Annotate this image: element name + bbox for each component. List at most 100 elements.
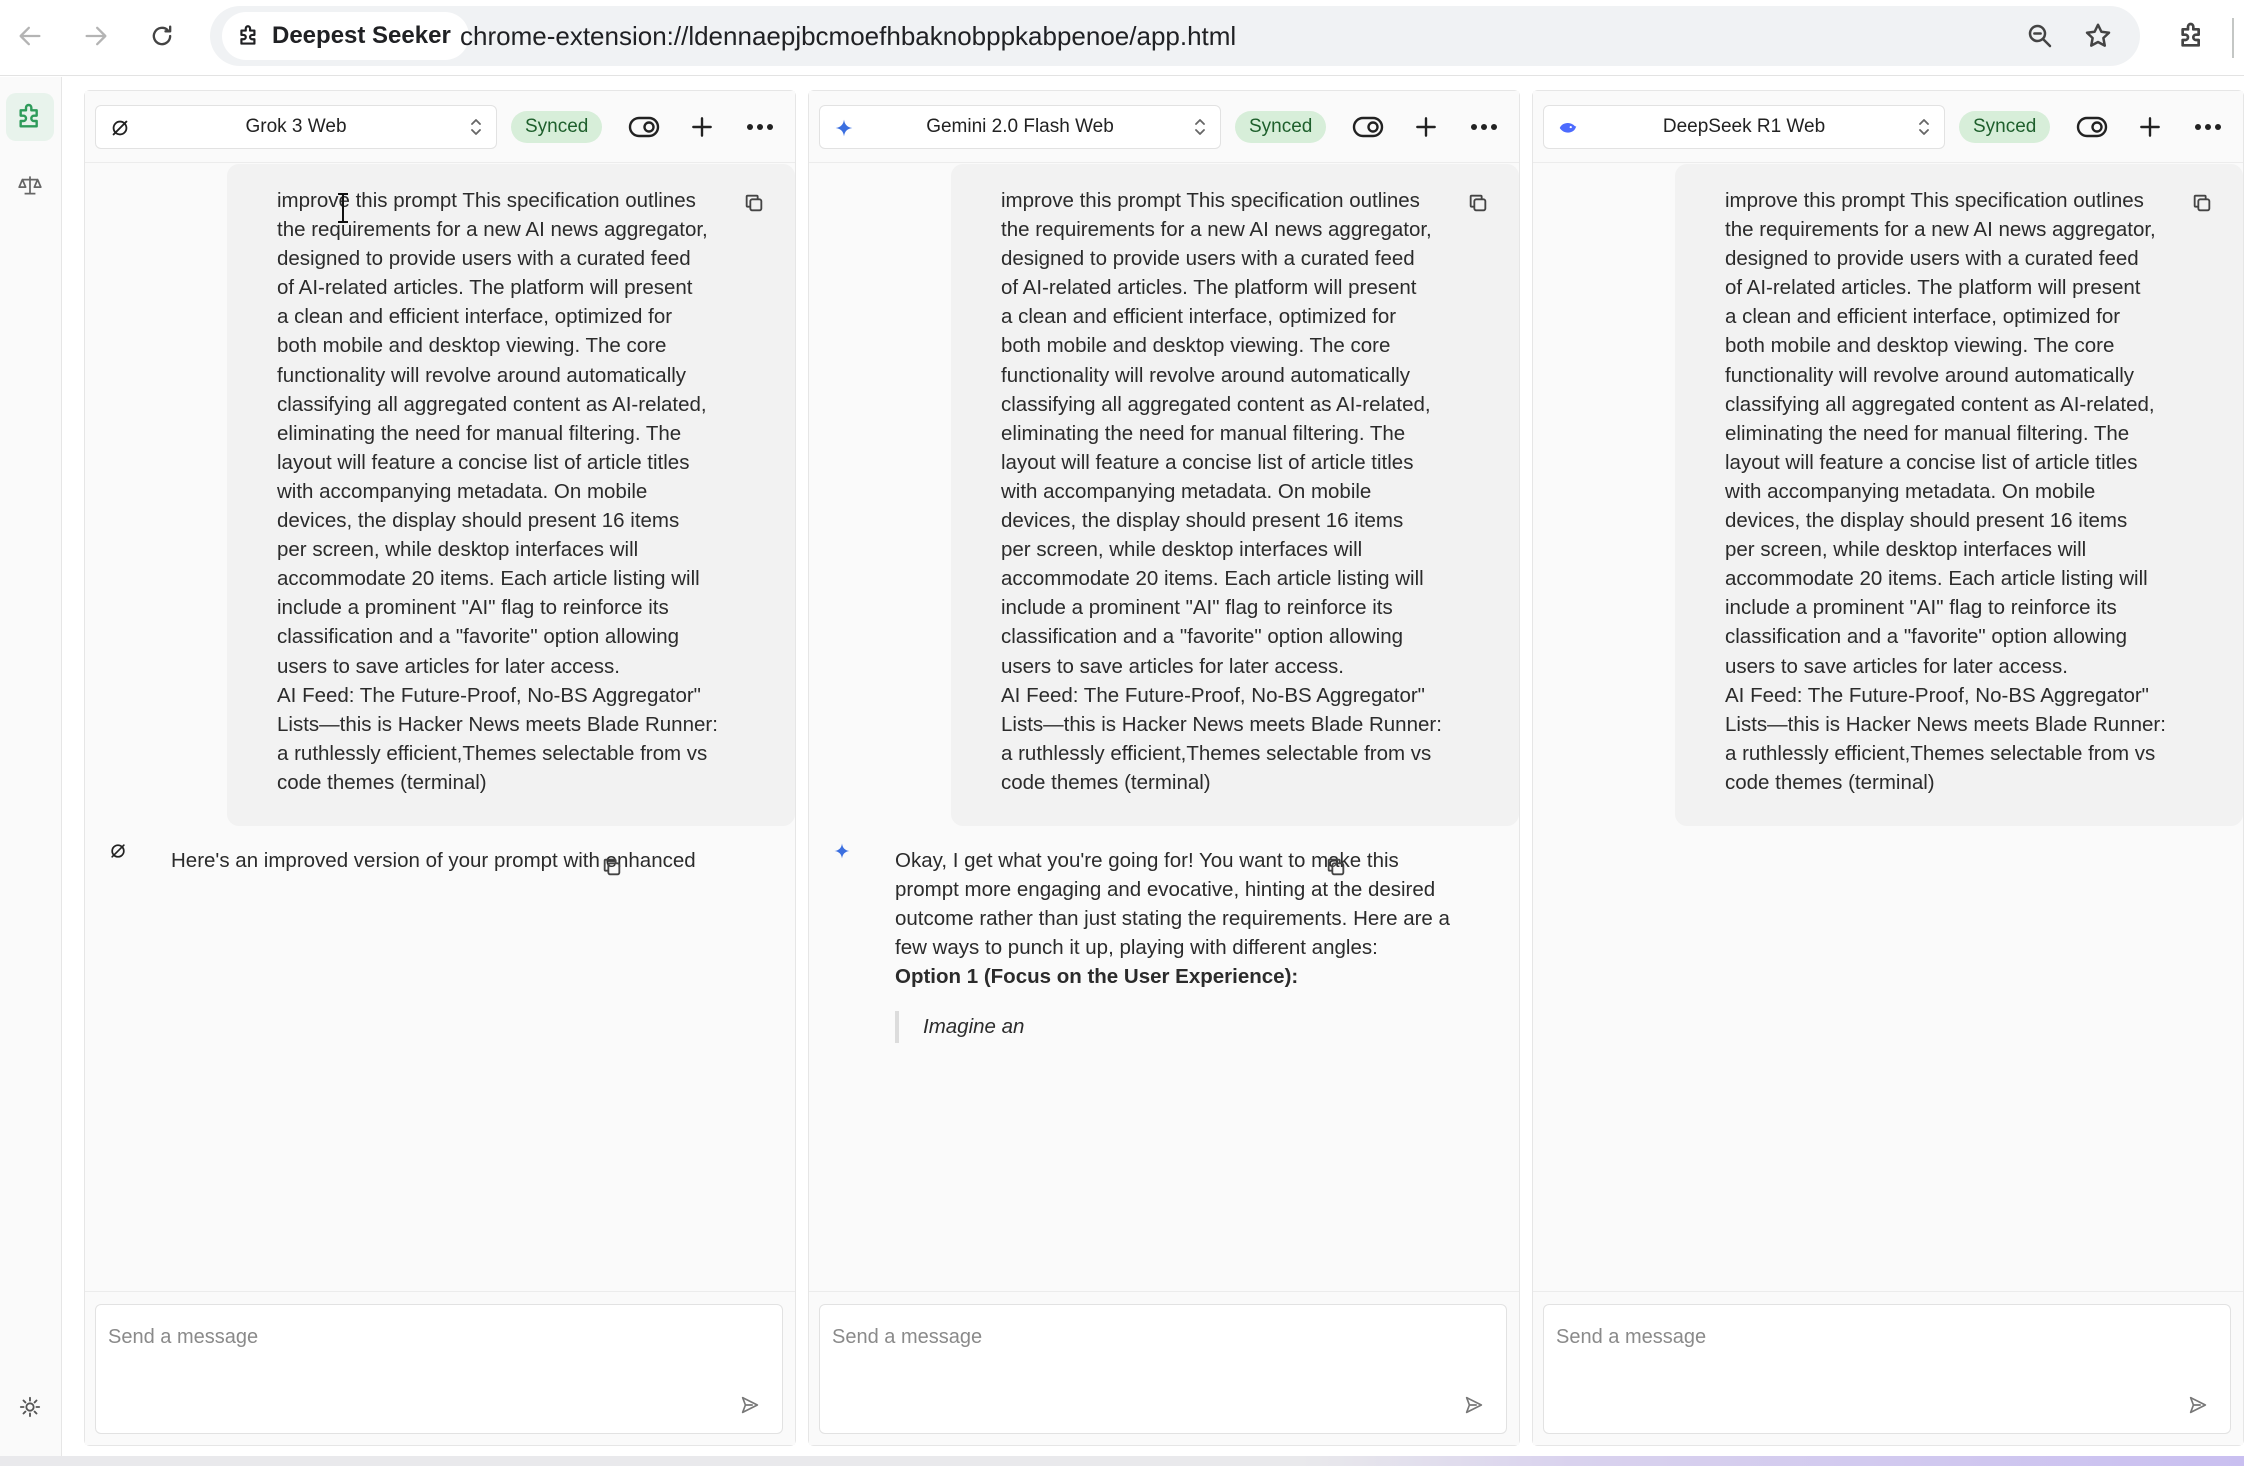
theme-toggle-button[interactable] — [6, 1383, 54, 1431]
puzzle-icon — [2181, 22, 2200, 47]
message-input[interactable] — [1556, 1317, 2156, 1357]
more-options-button[interactable] — [2189, 109, 2227, 145]
composer-area — [85, 1291, 795, 1445]
send-icon — [741, 1396, 759, 1414]
more-options-button[interactable] — [1465, 109, 1503, 145]
extension-puzzle-icon — [240, 25, 256, 45]
column-header: Grok 3 Web Synced — [85, 91, 795, 163]
send-button[interactable] — [734, 1389, 766, 1421]
user-message-text: improve this prompt This specification o… — [1001, 189, 1442, 794]
copy-icon — [1469, 194, 1487, 212]
status-badge: Synced — [1235, 111, 1327, 143]
sync-toggle[interactable] — [625, 109, 663, 145]
toggle-icon — [2076, 116, 2108, 138]
ellipsis-icon — [747, 124, 773, 130]
star-icon — [2085, 23, 2111, 47]
composer[interactable] — [95, 1304, 783, 1434]
assistant-message-text: Okay, I get what you're going for! You w… — [895, 849, 1450, 960]
message-list: improve this prompt This specification o… — [85, 164, 795, 1284]
scale-icon — [18, 176, 42, 195]
new-chat-button[interactable] — [1407, 109, 1445, 145]
status-badge: Synced — [1959, 111, 2051, 143]
plus-icon — [1416, 117, 1436, 137]
chevron-up-down-icon — [1919, 119, 1929, 135]
grok-logo-icon — [108, 116, 132, 140]
chevron-up-down-icon — [471, 119, 481, 135]
send-button[interactable] — [1458, 1389, 1490, 1421]
address-bar[interactable]: Deepest Seeker chrome-extension://ldenna… — [210, 6, 2140, 66]
user-message: improve this prompt This specification o… — [951, 164, 1519, 826]
sync-toggle[interactable] — [1349, 109, 1387, 145]
composer[interactable] — [819, 1304, 1507, 1434]
reload-button[interactable] — [144, 14, 180, 58]
chat-column-grok: Grok 3 Web Synced improve this prompt Th… — [84, 90, 796, 1446]
magnifier-icon — [2028, 24, 2052, 48]
more-options-button[interactable] — [741, 109, 779, 145]
sun-icon — [19, 1396, 41, 1418]
zoom-button[interactable] — [2024, 20, 2056, 52]
user-message-text: improve this prompt This specification o… — [1725, 189, 2166, 794]
copy-button[interactable] — [2187, 188, 2217, 218]
column-header: DeepSeek R1 Web Synced — [1533, 91, 2243, 163]
site-info-chip[interactable]: Deepest Seeker — [222, 12, 469, 60]
chat-column-deepseek: DeepSeek R1 Web Synced improve this prom… — [1532, 90, 2244, 1446]
plus-icon — [2140, 117, 2160, 137]
copy-button[interactable] — [1463, 188, 1493, 218]
copy-button[interactable] — [739, 188, 769, 218]
composer-area — [809, 1291, 1519, 1445]
new-chat-button[interactable] — [2131, 109, 2169, 145]
send-icon — [1465, 1396, 1483, 1414]
copy-button[interactable] — [1321, 852, 1351, 882]
model-name: DeepSeek R1 Web — [1662, 116, 1826, 137]
deepseek-whale-icon — [1556, 116, 1580, 140]
browser-toolbar: Deepest Seeker chrome-extension://ldenna… — [0, 0, 2244, 76]
composer-area — [1533, 1291, 2243, 1445]
toggle-icon — [1352, 116, 1384, 138]
message-list: improve this prompt This specification o… — [809, 164, 1519, 1284]
message-input[interactable] — [832, 1317, 1432, 1357]
text-cursor-icon — [338, 193, 348, 223]
user-message: improve this prompt This specification o… — [227, 164, 795, 826]
url-text[interactable]: chrome-extension://ldennaepjbcmoefhbakno… — [460, 6, 1236, 66]
forward-arrow-icon — [85, 26, 107, 46]
model-select[interactable]: Grok 3 Web — [95, 105, 497, 149]
assistant-option-heading: Option 1 (Focus on the User Experience): — [895, 965, 1299, 989]
toggle-icon — [628, 116, 660, 138]
message-list: improve this prompt This specification o… — [1533, 164, 2243, 1284]
message-input[interactable] — [108, 1317, 708, 1357]
bookmark-button[interactable] — [2082, 20, 2114, 52]
window-bottom-edge — [0, 1456, 2244, 1466]
status-badge: Synced — [511, 111, 603, 143]
composer[interactable] — [1543, 1304, 2231, 1434]
new-chat-button[interactable] — [683, 109, 721, 145]
assistant-message: Okay, I get what you're going for! You w… — [895, 846, 1455, 1044]
chat-column-gemini: Gemini 2.0 Flash Web Synced improve this… — [808, 90, 1520, 1446]
puzzle-icon — [19, 103, 38, 128]
send-icon — [2189, 1396, 2207, 1414]
sync-toggle[interactable] — [2073, 109, 2111, 145]
gemini-sparkle-icon — [831, 840, 853, 862]
assistant-blockquote: Imagine an — [895, 1011, 1455, 1044]
site-name: Deepest Seeker — [272, 22, 451, 49]
sidebar-item-compare[interactable] — [6, 161, 54, 209]
gemini-sparkle-icon — [832, 116, 856, 140]
ellipsis-icon — [1471, 124, 1497, 130]
plus-icon — [692, 117, 712, 137]
extensions-button[interactable] — [2172, 16, 2212, 56]
copy-icon — [2193, 194, 2211, 212]
back-arrow-icon — [19, 26, 41, 46]
send-button[interactable] — [2182, 1389, 2214, 1421]
copy-icon — [745, 194, 763, 212]
forward-button[interactable] — [78, 14, 114, 58]
chevron-up-down-icon — [1195, 119, 1205, 135]
reload-icon — [152, 25, 172, 46]
assistant-message-text: Here's an improved version of your promp… — [171, 849, 696, 872]
grok-logo-icon — [107, 840, 129, 862]
copy-button[interactable] — [597, 852, 627, 882]
app-sidebar — [0, 77, 62, 1459]
sidebar-item-chat[interactable] — [6, 93, 54, 141]
model-select[interactable]: DeepSeek R1 Web — [1543, 105, 1945, 149]
model-select[interactable]: Gemini 2.0 Flash Web — [819, 105, 1221, 149]
back-button[interactable] — [12, 14, 48, 58]
model-name: Gemini 2.0 Flash Web — [926, 116, 1114, 137]
